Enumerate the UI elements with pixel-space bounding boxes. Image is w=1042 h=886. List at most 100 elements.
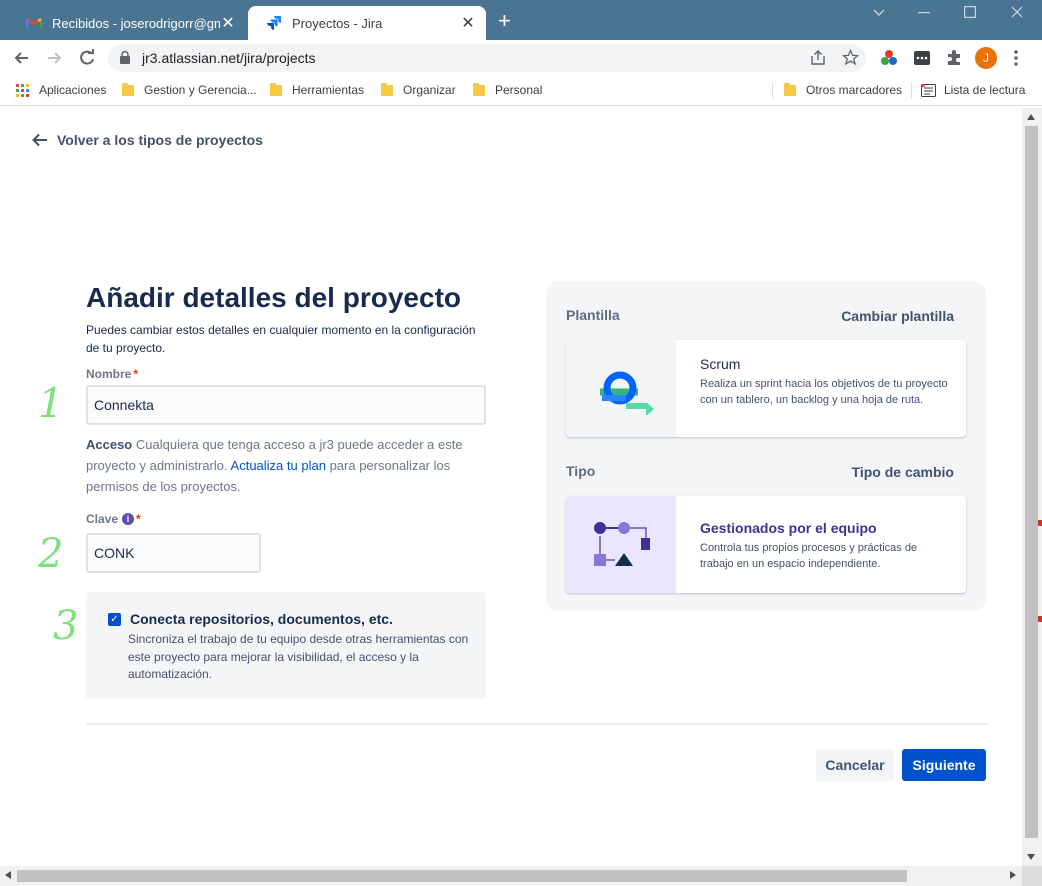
bookmark-label: Gestion y Gerencia... — [144, 83, 257, 97]
next-button[interactable]: Siguiente — [902, 749, 986, 781]
change-type-button[interactable]: Tipo de cambio — [800, 464, 954, 480]
close-tab-icon[interactable]: ✕ — [460, 13, 476, 33]
required-mark: * — [133, 367, 139, 381]
bookmark-label: Lista de lectura — [944, 83, 1026, 97]
horizontal-scrollbar[interactable] — [0, 866, 1022, 886]
folder-icon — [270, 82, 282, 96]
more-menu-icon[interactable] — [1014, 50, 1018, 66]
lock-icon[interactable] — [120, 51, 130, 64]
footer-divider — [86, 723, 988, 725]
bookmark-separator — [911, 83, 912, 99]
access-description: Acceso Cualquiera que tenga acceso a jr3… — [86, 434, 490, 497]
horizontal-scroll-thumb[interactable] — [17, 870, 907, 882]
scrum-description: Realiza un sprint hacia los objetivos de… — [700, 378, 948, 406]
project-name-input[interactable]: Connekta — [86, 385, 486, 425]
annotation-1: 1 — [38, 381, 64, 427]
tab-search-icon[interactable] — [872, 8, 886, 18]
tab-title: Proyectos - Jira — [292, 15, 383, 31]
close-window-icon[interactable] — [1011, 6, 1023, 18]
scroll-down-icon[interactable] — [1027, 854, 1035, 860]
connect-tools-box: ✓ Conecta repositorios, documentos, etc.… — [86, 592, 486, 699]
tab-jira[interactable]: Proyectos - Jira ✕ — [248, 6, 486, 40]
bookmark-organizar[interactable]: Organizar — [381, 82, 456, 97]
back-to-project-types-link[interactable]: Volver a los tipos de proyectos — [32, 132, 263, 148]
folder-icon — [122, 82, 134, 96]
folder-icon — [784, 82, 796, 96]
template-card-scrum[interactable]: Scrum Realiza un sprint hacia los objeti… — [566, 340, 966, 437]
bookmark-label: Herramientas — [292, 83, 365, 97]
folder-icon — [473, 82, 485, 96]
access-label: Acceso — [86, 437, 133, 452]
annotation-2: 2 — [38, 531, 64, 577]
key-field-label: Clave i * — [86, 512, 141, 526]
tab-title: Recibidos - joserodrigorr@gmail. — [52, 15, 220, 31]
reload-icon[interactable] — [77, 48, 97, 68]
info-icon[interactable]: i — [122, 513, 135, 525]
bookmark-label: Organizar — [403, 83, 456, 97]
vertical-scrollbar[interactable] — [1022, 108, 1042, 866]
team-managed-title: Gestionados por el equipo — [700, 520, 877, 536]
color-extension-icon[interactable] — [880, 49, 898, 67]
url-text: jr3.atlassian.net/jira/projects — [142, 50, 316, 66]
gmail-icon — [26, 17, 42, 28]
bookmark-label: Otros marcadores — [806, 83, 903, 97]
browser-toolbar: jr3.atlassian.net/jira/projects J — [0, 40, 1042, 76]
tab-gmail[interactable]: Recibidos - joserodrigorr@gmail. ✕ — [8, 6, 246, 40]
bookmark-star-icon[interactable] — [842, 49, 859, 66]
bookmark-otros[interactable]: Otros marcadores — [784, 82, 903, 97]
back-link-label: Volver a los tipos de proyectos — [57, 132, 263, 148]
page-title: Añadir detalles del proyecto — [86, 282, 461, 313]
edge-mark — [1038, 616, 1042, 622]
connect-description: Sincroniza el trabajo de tu equipo desde… — [128, 632, 469, 681]
extensions-puzzle-icon[interactable] — [945, 49, 963, 67]
scroll-right-icon[interactable] — [1010, 871, 1016, 879]
project-key-input[interactable]: CONK — [86, 533, 261, 573]
scrum-illustration-icon — [566, 340, 676, 437]
reading-list-icon — [921, 83, 936, 97]
new-tab-button[interactable]: + — [498, 10, 511, 32]
bookmark-reading-list[interactable]: Lista de lectura — [921, 83, 1025, 97]
upgrade-plan-link[interactable]: Actualiza tu plan — [231, 458, 326, 473]
scrollbar-corner — [1022, 866, 1042, 886]
connect-title: Conecta repositorios, documentos, etc. — [130, 611, 393, 627]
minimize-icon[interactable] — [918, 12, 930, 14]
browser-tab-strip: Recibidos - joserodrigorr@gmail. ✕ Proye… — [0, 0, 1042, 40]
bookmark-apps[interactable]: Aplicaciones — [16, 83, 106, 97]
forward-arrow-icon[interactable] — [44, 48, 64, 68]
jira-icon — [267, 16, 281, 30]
bookmark-herramientas[interactable]: Herramientas — [270, 82, 365, 97]
scrum-title: Scrum — [700, 356, 741, 372]
template-label: Plantilla — [566, 307, 620, 323]
apps-grid-icon — [16, 83, 29, 97]
arrow-left-icon — [32, 133, 47, 147]
folder-icon — [381, 82, 393, 96]
name-field-label: Nombre * — [86, 367, 138, 381]
team-managed-description: Controla tus propios procesos y práctica… — [700, 542, 918, 570]
scroll-up-icon[interactable] — [1027, 114, 1035, 120]
profile-avatar[interactable]: J — [975, 47, 997, 69]
share-icon[interactable] — [810, 50, 826, 66]
edge-mark — [1038, 520, 1042, 526]
type-card-team-managed[interactable]: Gestionados por el equipo Controla tus p… — [566, 496, 966, 593]
close-tab-icon[interactable]: ✕ — [220, 13, 236, 33]
connect-checkbox[interactable]: ✓ — [108, 613, 121, 626]
page-subtitle: Puedes cambiar estos detalles en cualqui… — [86, 323, 476, 355]
bookmark-gestion[interactable]: Gestion y Gerencia... — [122, 82, 257, 97]
key-label-text: Clave — [86, 512, 119, 526]
cancel-button[interactable]: Cancelar — [816, 749, 894, 781]
bookmark-personal[interactable]: Personal — [473, 82, 543, 97]
bookmark-label: Personal — [495, 83, 543, 97]
back-arrow-icon[interactable] — [12, 48, 32, 68]
extension-box-icon[interactable] — [913, 49, 931, 67]
scroll-left-icon[interactable] — [5, 871, 11, 879]
address-bar[interactable]: jr3.atlassian.net/jira/projects — [108, 44, 866, 72]
required-mark: * — [136, 512, 141, 526]
name-label-text: Nombre — [86, 367, 132, 381]
bookmark-label: Aplicaciones — [39, 83, 107, 97]
change-template-button[interactable]: Cambiar plantilla — [800, 308, 954, 324]
bookmark-separator — [772, 83, 773, 99]
team-managed-illustration-icon — [566, 496, 676, 593]
vertical-scroll-thumb[interactable] — [1025, 126, 1038, 838]
maximize-icon[interactable] — [964, 6, 976, 18]
type-label: Tipo — [566, 463, 596, 479]
